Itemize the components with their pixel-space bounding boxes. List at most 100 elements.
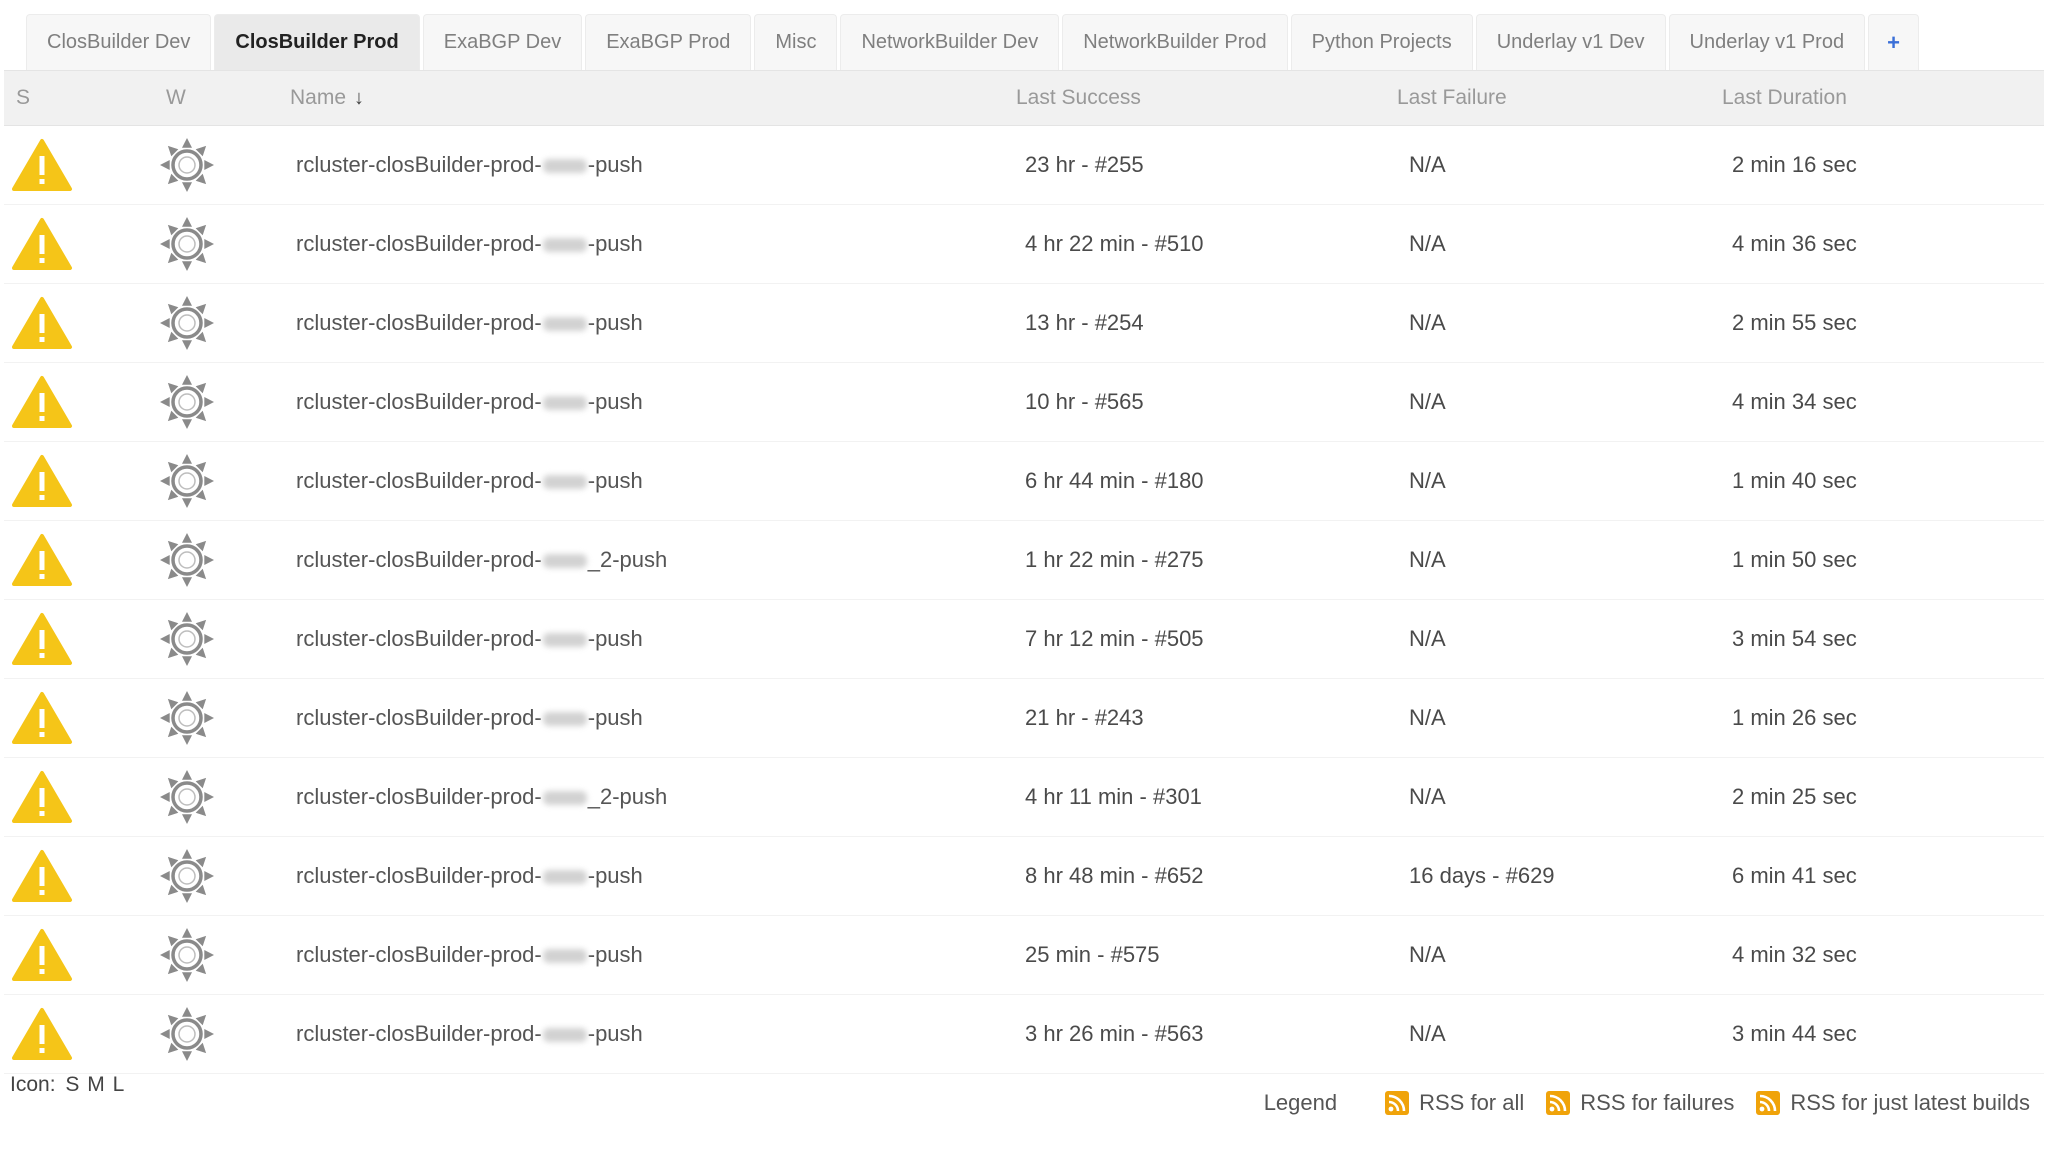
last-success-link[interactable]: 8 hr 48 min - #652 [1025, 837, 1204, 915]
table-row: rcluster-closBuilder-prod- -push 21 hr - #… [4, 679, 2044, 758]
warning-triangle-icon[interactable] [11, 995, 73, 1073]
sun-icon[interactable] [160, 284, 214, 362]
tab-exabgp-dev[interactable]: ExaBGP Dev [422, 14, 583, 70]
tab-underlay-v1-prod[interactable]: Underlay v1 Prod [1668, 14, 1866, 70]
job-name-prefix: rcluster-closBuilder-prod- [296, 863, 542, 888]
rss-link-label: RSS for just latest builds [1790, 1090, 2030, 1115]
add-view-tab[interactable]: + [1868, 14, 1919, 70]
warning-triangle-icon[interactable] [11, 679, 73, 757]
rss-link-label: RSS for failures [1580, 1090, 1735, 1115]
column-header-weather[interactable]: W [166, 71, 186, 125]
column-header-name[interactable]: Name ↓ [290, 71, 364, 125]
sun-icon[interactable] [160, 126, 214, 204]
sun-icon[interactable] [160, 363, 214, 441]
sun-icon[interactable] [160, 205, 214, 283]
warning-triangle-icon[interactable] [11, 284, 73, 362]
last-success-link[interactable]: 7 hr 12 min - #505 [1025, 600, 1204, 678]
legend-bar: Legend RSS for all RSS for failures RSS fo… [1264, 1090, 2030, 1116]
job-name-suffix: -push [587, 942, 643, 967]
tab-closbuilder-dev[interactable]: ClosBuilder Dev [26, 14, 212, 70]
sun-icon[interactable] [160, 758, 214, 836]
column-header-last-failure[interactable]: Last Failure [1397, 71, 1507, 125]
job-name-link[interactable]: rcluster-closBuilder-prod- _2-push [296, 521, 667, 599]
column-header-last-duration[interactable]: Last Duration [1722, 71, 1847, 125]
rss-link-label: RSS for all [1419, 1090, 1525, 1115]
last-failure-value[interactable]: 16 days - #629 [1409, 837, 1555, 915]
last-success-link[interactable]: 6 hr 44 min - #180 [1025, 442, 1204, 520]
warning-triangle-icon[interactable] [11, 837, 73, 915]
warning-triangle-icon[interactable] [11, 442, 73, 520]
job-name-suffix: -push [587, 310, 643, 335]
warning-triangle-icon[interactable] [11, 521, 73, 599]
table-row: rcluster-closBuilder-prod- _2-push 4 hr 11… [4, 758, 2044, 837]
icon-size-medium-link[interactable]: M [87, 1073, 105, 1096]
tab-misc[interactable]: Misc [754, 14, 838, 70]
job-name-suffix: -push [587, 152, 643, 177]
job-name-link[interactable]: rcluster-closBuilder-prod- -push [296, 363, 643, 441]
last-success-link[interactable]: 10 hr - #565 [1025, 363, 1144, 441]
warning-triangle-icon[interactable] [11, 205, 73, 283]
job-name-link[interactable]: rcluster-closBuilder-prod- -push [296, 916, 643, 994]
sun-icon[interactable] [160, 679, 214, 757]
tab-exabgp-prod[interactable]: ExaBGP Prod [585, 14, 752, 70]
job-name-suffix: _2-push [587, 547, 668, 572]
job-name-link[interactable]: rcluster-closBuilder-prod- -push [296, 442, 643, 520]
icon-size-large-link[interactable]: L [113, 1073, 125, 1096]
last-duration-value: 3 min 44 sec [1732, 1021, 1857, 1046]
last-success-link[interactable]: 21 hr - #243 [1025, 679, 1144, 757]
rss-latest-builds-link[interactable]: RSS for just latest builds [1756, 1090, 2030, 1116]
tab-python-projects[interactable]: Python Projects [1290, 14, 1473, 70]
sun-icon[interactable] [160, 600, 214, 678]
tab-networkbuilder-dev[interactable]: NetworkBuilder Dev [840, 14, 1060, 70]
job-name-suffix: -push [587, 1021, 643, 1046]
job-name-suffix: -push [587, 231, 643, 256]
job-name-suffix: -push [587, 389, 643, 414]
rss-feed-icon [1385, 1091, 1419, 1115]
job-name-prefix: rcluster-closBuilder-prod- [296, 468, 542, 493]
last-failure-value: N/A [1409, 468, 1446, 493]
icon-size-small-link[interactable]: S [65, 1073, 79, 1096]
warning-triangle-icon[interactable] [11, 126, 73, 204]
job-name-link[interactable]: rcluster-closBuilder-prod- -push [296, 600, 643, 678]
last-success-link[interactable]: 3 hr 26 min - #563 [1025, 995, 1204, 1073]
warning-triangle-icon[interactable] [11, 363, 73, 441]
sun-icon[interactable] [160, 995, 214, 1073]
last-success-link[interactable]: 25 min - #575 [1025, 916, 1160, 994]
last-success-link[interactable]: 23 hr - #255 [1025, 126, 1144, 204]
job-name-suffix: -push [587, 863, 643, 888]
tab-closbuilder-prod[interactable]: ClosBuilder Prod [214, 14, 420, 70]
job-name-link[interactable]: rcluster-closBuilder-prod- -push [296, 126, 643, 204]
sun-icon[interactable] [160, 916, 214, 994]
jobs-table: S W Name ↓ Last Success Last Failure Last… [4, 70, 2044, 1074]
table-row: rcluster-closBuilder-prod- -push 25 min - … [4, 916, 2044, 995]
sun-icon[interactable] [160, 837, 214, 915]
last-success-link[interactable]: 13 hr - #254 [1025, 284, 1144, 362]
tab-networkbuilder-prod[interactable]: NetworkBuilder Prod [1062, 14, 1288, 70]
last-failure-value: N/A [1409, 1021, 1446, 1046]
rss-failures-link[interactable]: RSS for failures [1546, 1090, 1734, 1116]
last-success-link[interactable]: 1 hr 22 min - #275 [1025, 521, 1204, 599]
warning-triangle-icon[interactable] [11, 600, 73, 678]
last-success-link[interactable]: 4 hr 22 min - #510 [1025, 205, 1204, 283]
column-header-status[interactable]: S [16, 71, 30, 125]
job-name-prefix: rcluster-closBuilder-prod- [296, 152, 542, 177]
job-name-link[interactable]: rcluster-closBuilder-prod- -push [296, 679, 643, 757]
last-duration-value: 3 min 54 sec [1732, 626, 1857, 651]
table-row: rcluster-closBuilder-prod- _2-push 1 hr 22… [4, 521, 2044, 600]
sun-icon[interactable] [160, 442, 214, 520]
legend-link[interactable]: Legend [1264, 1090, 1337, 1116]
job-name-link[interactable]: rcluster-closBuilder-prod- -push [296, 995, 643, 1073]
column-header-last-success[interactable]: Last Success [1016, 71, 1141, 125]
tab-underlay-v1-dev[interactable]: Underlay v1 Dev [1475, 14, 1666, 70]
job-name-link[interactable]: rcluster-closBuilder-prod- -push [296, 284, 643, 362]
job-name-link[interactable]: rcluster-closBuilder-prod- _2-push [296, 758, 667, 836]
last-success-link[interactable]: 4 hr 11 min - #301 [1025, 758, 1202, 836]
job-name-link[interactable]: rcluster-closBuilder-prod- -push [296, 205, 643, 283]
warning-triangle-icon[interactable] [11, 758, 73, 836]
warning-triangle-icon[interactable] [11, 916, 73, 994]
rss-all-link[interactable]: RSS for all [1385, 1090, 1524, 1116]
last-duration-value: 1 min 50 sec [1732, 547, 1857, 572]
job-name-link[interactable]: rcluster-closBuilder-prod- -push [296, 837, 643, 915]
sun-icon[interactable] [160, 521, 214, 599]
job-name-prefix: rcluster-closBuilder-prod- [296, 310, 542, 335]
